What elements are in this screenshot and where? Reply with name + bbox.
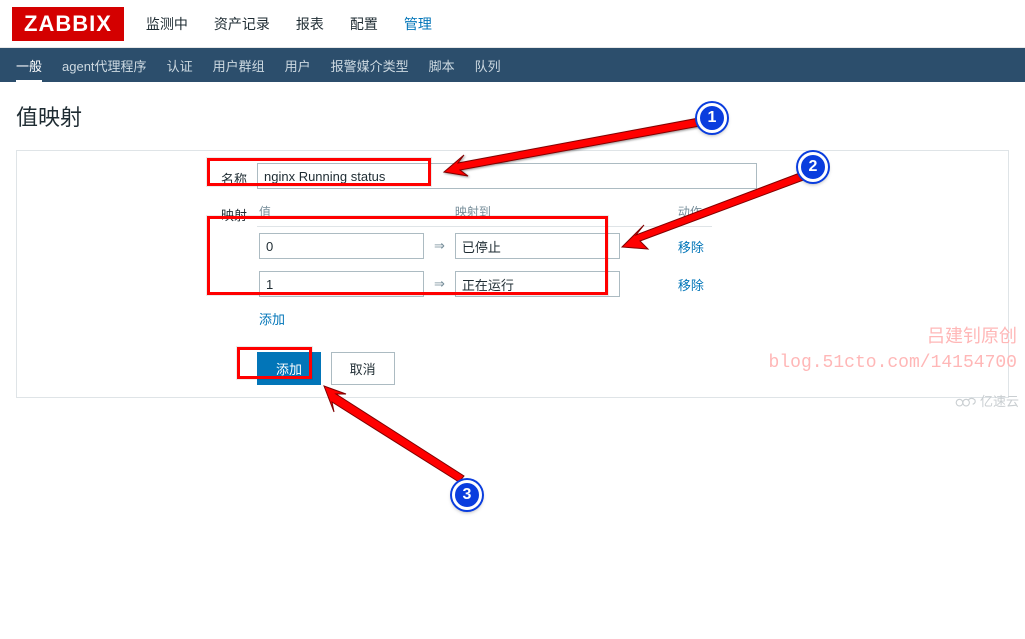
- subnav-authentication[interactable]: 认证: [167, 48, 193, 83]
- name-input[interactable]: [257, 163, 757, 189]
- topnav-inventory[interactable]: 资产记录: [212, 10, 272, 38]
- subnav-scripts[interactable]: 脚本: [429, 48, 455, 83]
- row-name: 名称: [17, 163, 1008, 189]
- th-mapped-to: 映射到: [453, 199, 628, 227]
- subnav-users[interactable]: 用户: [285, 48, 311, 83]
- annotation-badge-3: 3: [452, 480, 482, 510]
- arrow-icon: ⇒: [432, 227, 453, 266]
- subnav-mediatypes[interactable]: 报警媒介类型: [331, 48, 409, 83]
- page: 值映射 名称 映射 值 映射到 动作: [0, 82, 1025, 416]
- subnav-queue[interactable]: 队列: [475, 48, 501, 83]
- mapping-label: 映射: [17, 199, 257, 224]
- add-mapping-link[interactable]: 添加: [259, 312, 285, 327]
- topnav-administration[interactable]: 管理: [402, 10, 434, 38]
- row-mappings: 映射 值 映射到 动作 ⇒: [17, 199, 1008, 334]
- remove-link[interactable]: 移除: [678, 278, 704, 293]
- remove-link[interactable]: 移除: [678, 240, 704, 255]
- topnav-configuration[interactable]: 配置: [348, 10, 380, 38]
- top-nav: 监测中 资产记录 报表 配置 管理: [144, 10, 434, 38]
- topnav-reports[interactable]: 报表: [294, 10, 326, 38]
- page-title: 值映射: [16, 100, 1009, 132]
- th-action: 动作: [628, 199, 712, 227]
- table-row-add: 添加: [257, 303, 712, 334]
- value-input[interactable]: [259, 271, 424, 297]
- submit-button[interactable]: 添加: [257, 352, 321, 385]
- name-label: 名称: [17, 163, 257, 188]
- mappedto-input[interactable]: [455, 271, 620, 297]
- form-panel: 名称 映射 值 映射到 动作: [16, 150, 1009, 398]
- table-row: ⇒ 移除: [257, 227, 712, 266]
- subnav: 一般 agent代理程序 认证 用户群组 用户 报警媒介类型 脚本 队列: [0, 48, 1025, 82]
- table-row: ⇒ 移除: [257, 265, 712, 303]
- button-row: 添加 取消: [257, 352, 1008, 385]
- cancel-button[interactable]: 取消: [331, 352, 395, 385]
- mapping-table: 值 映射到 动作 ⇒ 移除: [257, 199, 712, 334]
- th-value: 值: [257, 199, 432, 227]
- arrow-icon: ⇒: [432, 265, 453, 303]
- logo[interactable]: ZABBIX: [12, 7, 124, 41]
- mappedto-input[interactable]: [455, 233, 620, 259]
- subnav-usergroups[interactable]: 用户群组: [213, 48, 265, 83]
- topbar: ZABBIX 监测中 资产记录 报表 配置 管理: [0, 0, 1025, 48]
- topnav-monitoring[interactable]: 监测中: [144, 10, 190, 38]
- value-input[interactable]: [259, 233, 424, 259]
- subnav-general[interactable]: 一般: [16, 48, 42, 83]
- subnav-proxies[interactable]: agent代理程序: [62, 48, 147, 83]
